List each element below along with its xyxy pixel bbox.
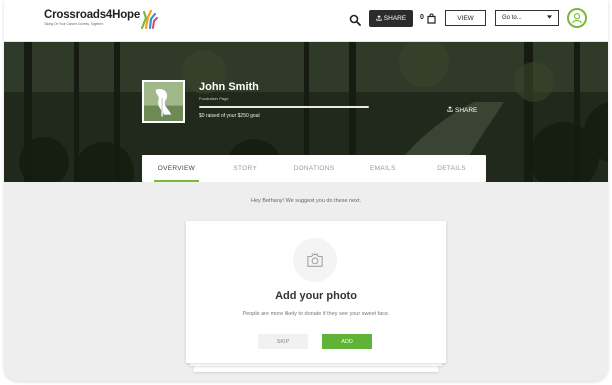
app-window: Crossroads4Hope Taking On Your Cancer Jo… <box>4 0 608 381</box>
raised-amount: $0 raised of your $250 goal <box>199 113 260 119</box>
logo-tagline: Taking On Your Cancer Journey, Together. <box>44 22 104 26</box>
stacked-card-shadow <box>194 366 438 372</box>
tab-details[interactable]: DETAILS <box>417 155 486 182</box>
cart-icon[interactable] <box>427 11 436 24</box>
tab-overview[interactable]: OVERVIEW <box>142 155 211 182</box>
logo-text: Crossroads4Hope <box>44 9 141 21</box>
skip-button[interactable]: SKIP <box>258 334 308 349</box>
fundraiser-subtitle: Fundraiser Page <box>199 96 229 101</box>
hero-share-label: SHARE <box>455 106 478 114</box>
share-button[interactable]: SHARE <box>369 10 413 27</box>
search-icon[interactable] <box>349 13 361 26</box>
tab-donations[interactable]: DONATIONS <box>280 155 349 182</box>
view-button[interactable]: VIEW <box>445 10 486 26</box>
goto-dropdown[interactable]: Go to... <box>495 10 559 26</box>
suggestion-text: Hey Bethany! We suggest you do these nex… <box>251 198 361 204</box>
camera-icon[interactable] <box>293 238 337 282</box>
card-description: People are more likely to donate if they… <box>242 311 390 317</box>
user-avatar-icon[interactable] <box>567 8 587 28</box>
goto-dropdown-label: Go to... <box>502 15 522 21</box>
card-title: Add your photo <box>275 290 357 302</box>
tab-story[interactable]: STORY <box>211 155 280 182</box>
share-button-label: SHARE <box>383 15 407 22</box>
fundraiser-name: John Smith <box>199 81 259 93</box>
share-icon <box>376 14 382 23</box>
add-photo-card: Add your photo People are more likely to… <box>186 221 446 363</box>
tab-emails[interactable]: EMAILS <box>348 155 417 182</box>
profile-photo[interactable] <box>142 80 185 123</box>
share-icon <box>447 106 453 114</box>
fundraiser-tabs: OVERVIEW STORY DONATIONS EMAILS DETAILS <box>142 155 486 182</box>
logo-mark-icon <box>138 8 158 30</box>
add-button[interactable]: ADD <box>322 334 372 349</box>
fundraiser-progress-bar <box>199 106 369 108</box>
chevron-down-icon <box>547 15 552 21</box>
top-navbar: Crossroads4Hope Taking On Your Cancer Jo… <box>4 0 608 42</box>
logo[interactable]: Crossroads4Hope Taking On Your Cancer Jo… <box>44 9 158 30</box>
cart-count: 0 <box>420 14 424 21</box>
hero-share-link[interactable]: SHARE <box>447 106 477 114</box>
